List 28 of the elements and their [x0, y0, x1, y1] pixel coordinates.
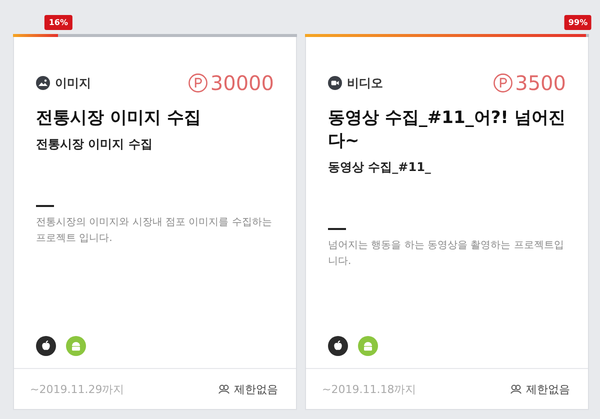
progress-badge: 16% — [44, 15, 72, 30]
android-icon — [66, 336, 86, 356]
video-icon — [328, 76, 342, 90]
apple-icon — [328, 336, 348, 356]
project-title: 동영상 수집_#11_어?! 넘어진다~ — [328, 107, 566, 153]
project-description: 전통시장의 이미지와 시장내 점포 이미지를 수집하는 프로젝트 입니다. — [36, 216, 273, 246]
limit-text: 제한없음 — [234, 382, 278, 396]
image-icon — [36, 76, 50, 90]
points-value: 3500 — [515, 71, 566, 95]
points-icon — [493, 73, 514, 93]
points-icon — [188, 73, 208, 93]
project-title: 전통시장 이미지 수집 — [36, 107, 202, 130]
progress-badge: 99% — [564, 15, 592, 30]
project-card[interactable]: 비디오 3500 동영상 수집_#11_어?! 넘어진다~ 동영상 수집_#11_ 넘어지는 행동을 하는 동영상을 촬영하는 프로젝트입니다. ~2019.11.18까지 제한없음 — [305, 37, 589, 410]
people-icon — [510, 384, 522, 394]
deadline-text: ~2019.11.29까지 — [30, 382, 124, 396]
apple-icon — [36, 336, 56, 356]
project-description: 넘어지는 행동을 하는 동영상을 촬영하는 프로젝트입니다. — [328, 238, 565, 269]
project-subtitle: 전통시장 이미지 수집 — [36, 136, 154, 153]
limit-text: 제한없음 — [526, 382, 570, 396]
deadline-text: ~2019.11.18까지 — [322, 382, 416, 396]
points-value: 30000 — [210, 71, 274, 95]
people-icon — [218, 384, 230, 394]
android-icon — [358, 336, 378, 356]
category-label: 비디오 — [347, 74, 383, 92]
project-card[interactable]: 이미지 30000 전통시장 이미지 수집 전통시장 이미지 수집 전통시장의 이미지와 시장내 점포 이미지를 수집하는 프로젝트 입니다. ~2019.11.29까지 제한없음 — [13, 37, 297, 410]
category-label: 이미지 — [55, 74, 91, 92]
project-subtitle: 동영상 수집_#11_ — [328, 158, 432, 176]
